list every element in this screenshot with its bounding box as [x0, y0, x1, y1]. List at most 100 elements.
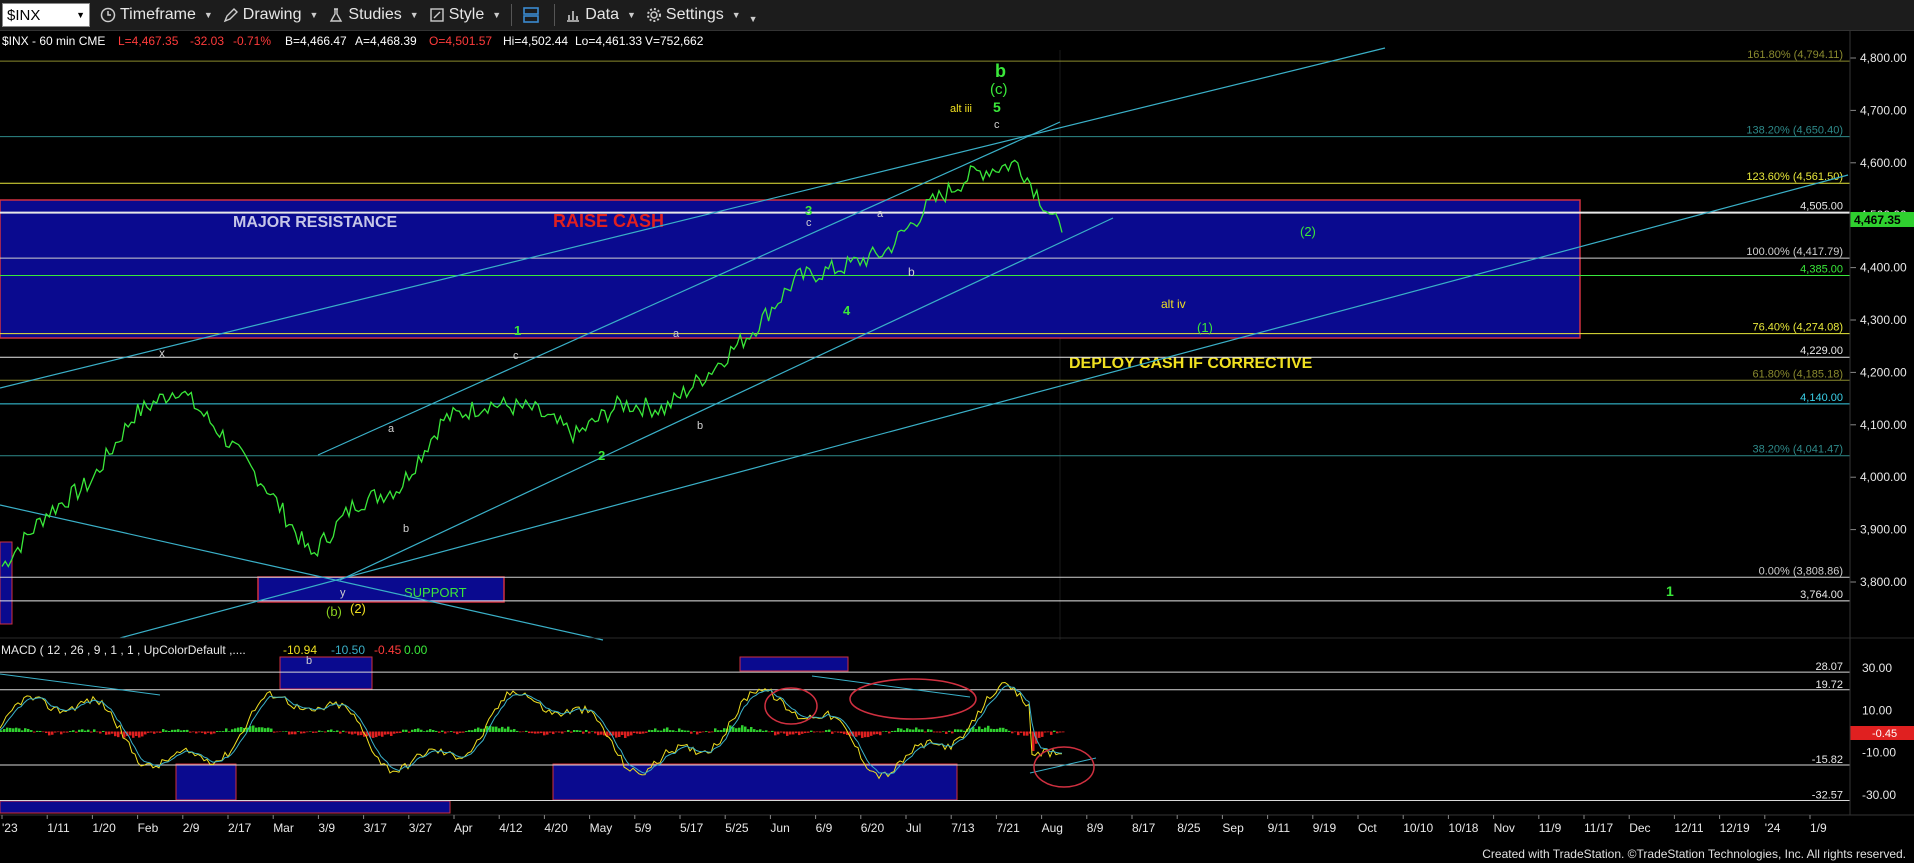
macd-hist-bar — [465, 731, 468, 732]
macd-hist-bar — [399, 731, 402, 733]
macd-hist-bar — [882, 731, 885, 732]
chart-area[interactable]: $INX - 60 min CME L=4,467.35 -32.03 -0.7… — [0, 31, 1914, 863]
macd-hist-bar — [6, 727, 9, 732]
macd-hist-bar — [144, 731, 147, 735]
level-label: 4,229.00 — [1800, 345, 1843, 357]
alt-iii-label: alt iii — [950, 103, 972, 115]
time-tick-label: Nov — [1494, 821, 1515, 835]
macd-hist-bar — [630, 731, 633, 736]
bar-chart-icon — [567, 11, 580, 22]
style-menu[interactable]: Style ▼ — [429, 6, 501, 24]
macd-hist-bar — [462, 731, 465, 733]
wave-2-paren-left-label: (2) — [350, 601, 366, 616]
macd-hist-bar — [522, 731, 525, 733]
macd-hist-bar — [990, 728, 993, 732]
macd-hist-bar — [213, 731, 216, 734]
macd-hist-bar — [744, 726, 747, 732]
macd-hist-bar — [492, 726, 495, 732]
macd-hist-bar — [228, 731, 231, 732]
chevron-down-icon[interactable]: ▼ — [76, 10, 85, 20]
macd-hist-bar — [201, 731, 204, 733]
level-label: 61.80% (4,185.18) — [1752, 368, 1843, 380]
macd-tick-label: 10.00 — [1862, 703, 1892, 717]
macd-hist-bar — [1014, 731, 1017, 733]
macd-hist-bar — [1005, 729, 1008, 732]
macd-hist-bar — [771, 730, 774, 732]
macd-hist-bar — [738, 727, 741, 732]
drawing-menu[interactable]: Drawing ▼ — [223, 6, 318, 24]
macd-hist-bar — [111, 731, 114, 734]
symbol-input[interactable]: $INX ▼ — [2, 3, 90, 27]
macd-hist-bar — [651, 730, 654, 732]
macd-hist-bar — [570, 731, 573, 733]
time-tick-label: 10/10 — [1403, 821, 1433, 835]
macd-hist-bar — [33, 731, 36, 733]
macd-hist-bar — [216, 731, 219, 732]
macd-hist-bar — [57, 731, 60, 733]
macd-hist-bar — [435, 730, 438, 732]
macd-hist-bar — [174, 729, 177, 732]
macd-hist-bar — [423, 731, 426, 732]
macd-hist-bar — [921, 729, 924, 732]
time-tick-label: 7/21 — [996, 821, 1020, 835]
macd-hist-bar — [261, 727, 264, 732]
macd-hist-bar — [525, 730, 528, 732]
macd-hist-bar — [1008, 730, 1011, 732]
last-price: L=4,467.35 — [118, 34, 179, 48]
macd-hist-bar — [639, 731, 642, 734]
price-tick-label: 4,600.00 — [1860, 156, 1907, 170]
time-tick-label: 4/20 — [544, 821, 568, 835]
wave-b-label: b — [995, 61, 1006, 81]
macd-hist-bar — [1053, 730, 1056, 732]
macd-hist-bar — [375, 731, 378, 738]
timeframe-menu[interactable]: Timeframe ▼ — [100, 6, 213, 24]
level-label: 123.60% (4,561.50) — [1746, 171, 1843, 183]
macd-hist-bar — [822, 731, 825, 733]
macd-hist-bar — [456, 731, 459, 735]
macd-value-4: 0.00 — [404, 643, 428, 657]
copyright-footer: Created with TradeStation. ©TradeStation… — [1482, 847, 1906, 861]
time-tick-label: 8/9 — [1087, 821, 1104, 835]
wave-1-nov-label: 1 — [1666, 583, 1674, 599]
macd-hist-bar — [84, 730, 87, 732]
studies-menu[interactable]: Studies ▼ — [328, 6, 419, 24]
macd-hist-bar — [192, 731, 195, 733]
time-tick-label: 9/11 — [1268, 821, 1291, 835]
macd-hist-bar — [807, 731, 810, 733]
macd-hist-bar — [339, 731, 342, 734]
macd-trend-3 — [1029, 757, 1097, 774]
time-tick-label: 11/9 — [1539, 821, 1562, 835]
wave-3-label: 3 — [805, 203, 812, 218]
macd-hist-bar — [318, 730, 321, 732]
macd-level-label: -15.82 — [1812, 754, 1843, 766]
macd-hist-bar — [1044, 731, 1047, 733]
layout-button[interactable] — [522, 6, 544, 24]
wave-c-paren-label: (c) — [990, 81, 1008, 98]
price-axis: 4,800.004,700.004,600.004,500.004,400.00… — [1850, 51, 1907, 589]
wave-2-may-label: 2 — [598, 448, 605, 463]
macd-hist-bar — [171, 729, 174, 732]
macd-hist-bar — [333, 731, 336, 732]
overflow-icon[interactable]: ▼ — [749, 14, 758, 24]
macd-hist-bar — [342, 730, 345, 732]
data-menu[interactable]: Data ▼ — [565, 6, 636, 24]
style-label: Style — [448, 6, 485, 23]
macd-hist-bar — [780, 731, 783, 733]
settings-menu[interactable]: Settings ▼ — [646, 6, 741, 24]
macd-hist-bar — [39, 730, 42, 732]
level-label: 38.20% (4,041.47) — [1752, 444, 1843, 456]
macd-hist-bar — [138, 731, 141, 738]
toolbar: $INX ▼ Timeframe ▼ Drawing ▼ Studies ▼ Styl… — [0, 0, 1914, 31]
macd-hist-bar — [471, 730, 474, 732]
time-tick-label: 12/11 — [1674, 821, 1703, 835]
time-tick-label: 3/27 — [409, 821, 433, 835]
wave-c-apr-label: c — [513, 350, 519, 362]
resistance-label: MAJOR RESISTANCE — [233, 214, 397, 231]
macd-hist-bar — [477, 727, 480, 732]
macd-hist-bar — [642, 731, 645, 734]
symbol-value: $INX — [7, 6, 41, 24]
time-tick-label: 10/18 — [1448, 821, 1478, 835]
macd-hist-bar — [633, 731, 636, 733]
macd-hist-bar — [702, 731, 705, 733]
macd-hist-bar — [513, 729, 516, 732]
